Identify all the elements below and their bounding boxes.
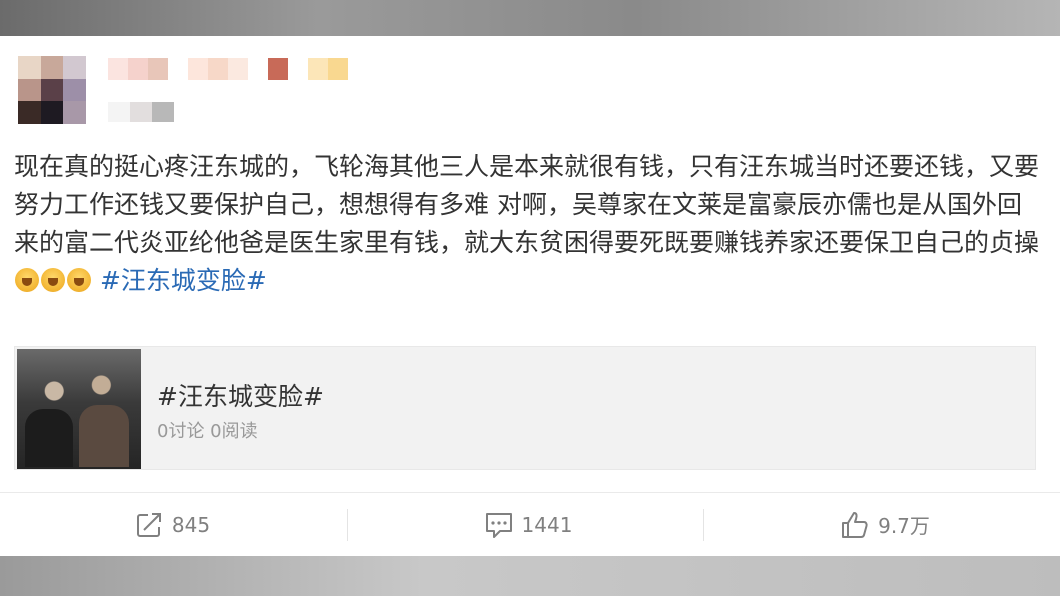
hashtag-link[interactable]: #汪东城变脸# bbox=[100, 266, 267, 295]
comment-count: 1441 bbox=[521, 512, 573, 537]
thumbs-up-icon bbox=[840, 510, 870, 540]
blurred-background-bottom bbox=[0, 556, 1060, 596]
post-meta-pixelated bbox=[108, 102, 178, 122]
post-text: 现在真的挺心疼汪东城的，飞轮海其他三人是本来就很有钱，只有汪东城当时还要还钱，又… bbox=[14, 148, 1044, 300]
topic-card[interactable]: #汪东城变脸# 0讨论 0阅读 bbox=[14, 346, 1036, 470]
avatar[interactable] bbox=[18, 56, 86, 124]
comment-button[interactable]: 1441 bbox=[355, 493, 701, 556]
post-body-text: 现在真的挺心疼汪东城的，飞轮海其他三人是本来就很有钱，只有汪东城当时还要还钱，又… bbox=[14, 152, 1040, 257]
crying-emoji-icon bbox=[41, 268, 65, 292]
topic-stats: 0讨论 0阅读 bbox=[157, 421, 258, 442]
divider bbox=[703, 509, 704, 541]
crying-emoji-icon bbox=[67, 268, 91, 292]
crying-emoji-icon bbox=[15, 268, 39, 292]
comment-icon bbox=[484, 511, 514, 539]
blurred-background-top bbox=[0, 0, 1060, 36]
share-icon bbox=[136, 512, 164, 538]
like-count: 9.7万 bbox=[878, 514, 930, 538]
topic-title[interactable]: #汪东城变脸# bbox=[157, 377, 324, 413]
weibo-post-card: 现在真的挺心疼汪东城的，飞轮海其他三人是本来就很有钱，只有汪东城当时还要还钱，又… bbox=[0, 36, 1060, 556]
username-pixelated[interactable] bbox=[108, 58, 348, 80]
repost-button[interactable]: 845 bbox=[0, 493, 346, 556]
divider bbox=[347, 509, 348, 541]
repost-count: 845 bbox=[171, 512, 211, 537]
like-button[interactable]: 9.7万 bbox=[712, 493, 1058, 556]
action-bar: 845 1441 9.7万 bbox=[0, 492, 1060, 556]
topic-thumbnail[interactable] bbox=[17, 349, 141, 469]
